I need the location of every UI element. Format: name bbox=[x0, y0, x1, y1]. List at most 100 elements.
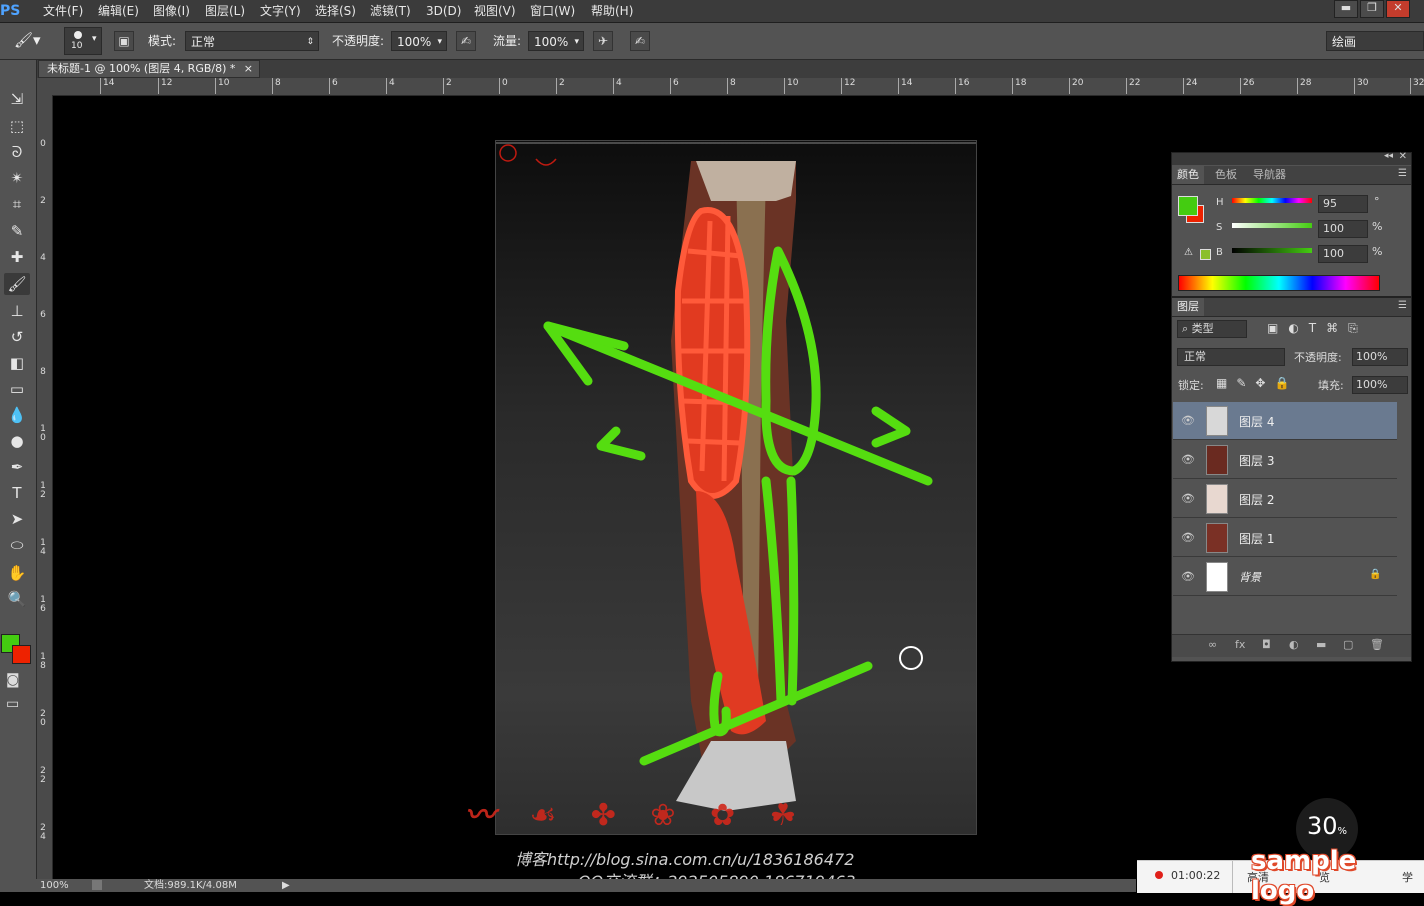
menu-layer[interactable]: 图层(L) bbox=[205, 0, 245, 22]
workspace-select[interactable]: 绘画 bbox=[1326, 31, 1424, 51]
menu-select[interactable]: 选择(S) bbox=[315, 0, 356, 22]
gamut-warning-icon[interactable]: ⚠ bbox=[1184, 247, 1193, 258]
eye-icon[interactable]: 👁 bbox=[1181, 453, 1195, 467]
close-button[interactable]: ✕ bbox=[1386, 0, 1410, 18]
hand-icon[interactable]: ✋ bbox=[4, 562, 30, 584]
lasso-icon[interactable]: ᘐ bbox=[4, 141, 30, 163]
menu-3d[interactable]: 3D(D) bbox=[426, 0, 461, 22]
collapse-icon[interactable]: ◂◂ bbox=[1384, 151, 1393, 161]
gradient-icon[interactable]: ▭ bbox=[4, 378, 30, 400]
pen-icon[interactable]: ✒ bbox=[4, 456, 30, 478]
mode-select[interactable]: 正常 ⇕ bbox=[185, 31, 319, 51]
saturation-slider[interactable] bbox=[1232, 223, 1312, 228]
menu-edit[interactable]: 编辑(E) bbox=[98, 0, 139, 22]
brush-icon[interactable]: 🖌 bbox=[4, 273, 30, 295]
fx-icon[interactable]: fx bbox=[1235, 638, 1245, 651]
menu-view[interactable]: 视图(V) bbox=[474, 0, 516, 22]
gamut-swatch[interactable] bbox=[1200, 249, 1211, 260]
close-tab-icon[interactable]: × bbox=[244, 61, 253, 77]
menu-image[interactable]: 图像(I) bbox=[153, 0, 190, 22]
mode-value: 正常 bbox=[191, 35, 216, 49]
eraser-icon[interactable]: ◧ bbox=[4, 352, 30, 374]
zoom-level[interactable]: 100% bbox=[40, 879, 69, 892]
airbrush-icon[interactable]: ✈ bbox=[593, 31, 613, 51]
eye-icon[interactable]: 👁 bbox=[1181, 492, 1195, 506]
zoom-icon[interactable]: 🔍 bbox=[4, 588, 30, 610]
layer-row[interactable]: 👁 背景 🔒 bbox=[1173, 558, 1397, 596]
layer-filter-select[interactable]: ⌕ 类型 bbox=[1177, 320, 1247, 338]
folder-icon[interactable]: ▬ bbox=[1316, 638, 1326, 651]
crop-icon[interactable]: ⌗ bbox=[4, 193, 30, 215]
menu-filter[interactable]: 滤镜(T) bbox=[370, 0, 411, 22]
history-brush-icon[interactable]: ↺ bbox=[4, 326, 30, 348]
layer-row[interactable]: 👁 图层 2 bbox=[1173, 480, 1397, 518]
restore-button[interactable]: ❐ bbox=[1360, 0, 1384, 18]
color-foreground-swatch[interactable] bbox=[1178, 196, 1198, 216]
layer-thumbnail bbox=[1206, 562, 1228, 592]
document-canvas[interactable] bbox=[495, 140, 977, 835]
close-panel-icon[interactable]: ✕ bbox=[1399, 151, 1407, 162]
flow-field[interactable]: 100% ▾ bbox=[528, 31, 584, 51]
quick-mask-icon[interactable]: ◙ bbox=[6, 672, 20, 688]
panel-menu-icon[interactable]: ☰ bbox=[1398, 168, 1407, 179]
layer-row[interactable]: 👁 图层 1 bbox=[1173, 519, 1397, 557]
ellipse-icon[interactable]: ⬭ bbox=[4, 534, 30, 556]
healing-brush-icon[interactable]: ✚ bbox=[4, 246, 30, 268]
dodge-icon[interactable]: ● bbox=[4, 430, 30, 452]
status-arrow-icon[interactable]: ▶ bbox=[282, 879, 290, 892]
tab-color[interactable]: 颜色 bbox=[1172, 166, 1204, 184]
adjustment-icon[interactable]: ◐ bbox=[1289, 638, 1299, 651]
horizontal-ruler-tick: 2 bbox=[556, 78, 565, 94]
new-layer-icon[interactable]: ▢ bbox=[1343, 638, 1353, 651]
path-selection-icon[interactable]: ➤ bbox=[4, 508, 30, 530]
document-tab[interactable]: 未标题-1 @ 100% (图层 4, RGB/8) * × bbox=[38, 60, 260, 78]
type-icon[interactable]: T bbox=[4, 482, 30, 504]
blend-mode-select[interactable]: 正常 bbox=[1177, 348, 1285, 366]
menu-window[interactable]: 窗口(W) bbox=[530, 0, 575, 22]
magic-wand-icon[interactable]: ✴ bbox=[4, 167, 30, 189]
s-field[interactable]: 100 bbox=[1318, 220, 1368, 238]
tab-layers[interactable]: 图层 bbox=[1172, 298, 1204, 316]
layer-row[interactable]: 👁 图层 4 bbox=[1173, 402, 1397, 440]
mask-icon[interactable]: ◘ bbox=[1262, 638, 1271, 651]
status-info-icon[interactable] bbox=[92, 880, 102, 890]
panel-menu-icon[interactable]: ☰ bbox=[1398, 300, 1407, 311]
trash-icon[interactable]: 🗑 bbox=[1370, 638, 1384, 651]
minimize-button[interactable]: ▬ bbox=[1334, 0, 1358, 18]
blur-icon[interactable]: 💧 bbox=[4, 404, 30, 426]
eyedropper-icon[interactable]: ✎ bbox=[4, 220, 30, 242]
layer-opacity-field[interactable]: 100% bbox=[1352, 348, 1408, 366]
eye-icon[interactable]: 👁 bbox=[1181, 414, 1195, 428]
eye-icon[interactable]: 👁 bbox=[1181, 531, 1195, 545]
color-ramp[interactable] bbox=[1178, 275, 1380, 291]
vertical-ruler-tick: 2 4 bbox=[40, 823, 46, 842]
link-icon[interactable]: ∞ bbox=[1208, 638, 1217, 651]
b-field[interactable]: 100 bbox=[1318, 245, 1368, 263]
brush-tool-preset-icon[interactable]: 🖌▾ bbox=[14, 31, 48, 51]
menu-help[interactable]: 帮助(H) bbox=[591, 0, 633, 22]
move-icon[interactable]: ⇲ bbox=[4, 88, 30, 110]
clone-stamp-icon[interactable]: ⊥ bbox=[4, 300, 30, 322]
pressure-size-icon[interactable]: ✍ bbox=[630, 31, 650, 51]
marquee-icon[interactable]: ⬚ bbox=[4, 115, 30, 137]
menu-type[interactable]: 文字(Y) bbox=[260, 0, 301, 22]
layer-row[interactable]: 👁 图层 3 bbox=[1173, 441, 1397, 479]
tab-navigator[interactable]: 导航器 bbox=[1248, 166, 1291, 184]
h-field[interactable]: 95 bbox=[1318, 195, 1368, 213]
pressure-opacity-icon[interactable]: ✍ bbox=[456, 31, 476, 51]
filter-type-icons[interactable]: ▣◐T⌘⎘ bbox=[1267, 321, 1368, 336]
hue-slider[interactable] bbox=[1232, 198, 1312, 203]
layer-fill-field[interactable]: 100% bbox=[1352, 376, 1408, 394]
record-dot-icon bbox=[1155, 871, 1163, 879]
brightness-slider[interactable] bbox=[1232, 248, 1312, 253]
brush-panel-toggle-icon[interactable]: ▣ bbox=[114, 31, 134, 51]
vertical-ruler-tick: 2 0 bbox=[40, 709, 46, 728]
brush-preset-picker[interactable]: 10 ▾ bbox=[64, 27, 102, 55]
lock-icons[interactable]: ▦✎✥🔒 bbox=[1216, 376, 1298, 390]
screen-mode-icon[interactable]: ▭ bbox=[6, 696, 19, 712]
opacity-field[interactable]: 100% ▾ bbox=[391, 31, 447, 51]
menu-file[interactable]: 文件(F) bbox=[43, 0, 83, 22]
background-color-swatch[interactable] bbox=[12, 645, 31, 664]
tab-swatches[interactable]: 色板 bbox=[1210, 166, 1242, 184]
eye-icon[interactable]: 👁 bbox=[1181, 570, 1195, 584]
